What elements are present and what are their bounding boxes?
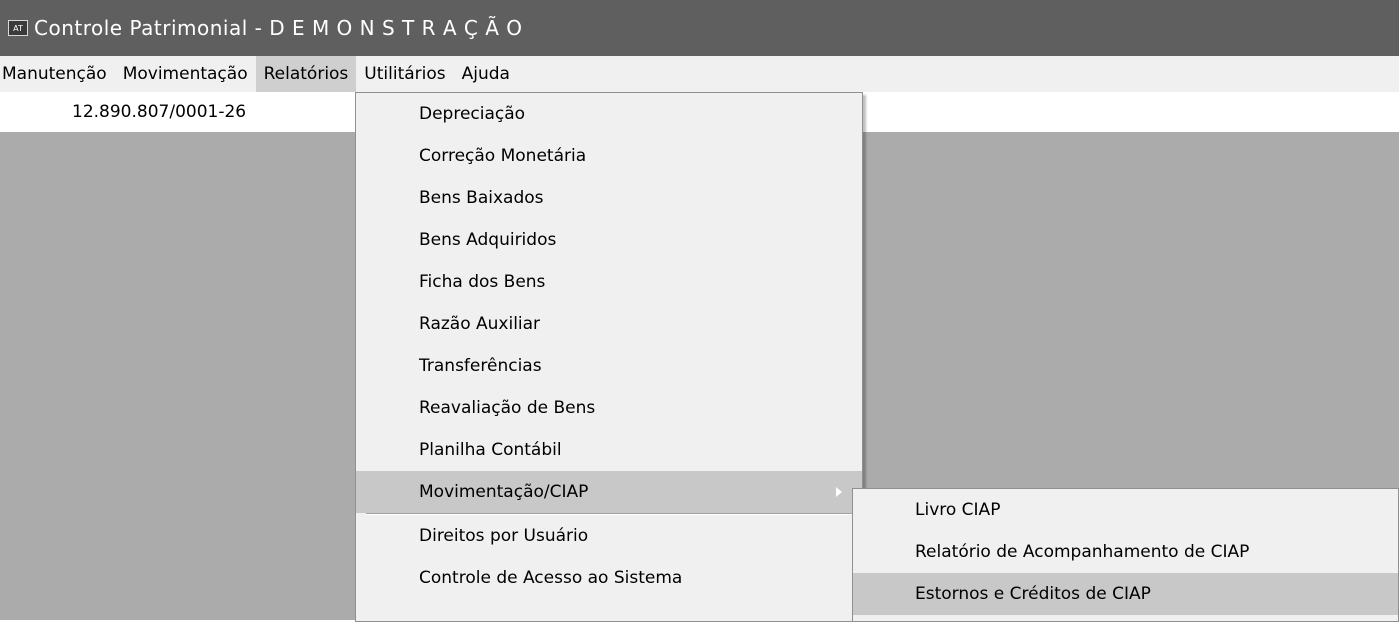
submenu-item-estornos-creditos-ciap[interactable]: Estornos e Créditos de CIAP xyxy=(853,573,1398,615)
menu-item-reavaliacao-de-bens[interactable]: Reavaliação de Bens xyxy=(356,387,862,429)
app-icon: AT xyxy=(8,20,28,36)
company-cnpj: 12.890.807/0001-26 xyxy=(72,102,247,122)
relatorios-dropdown: Depreciação Correção Monetária Bens Baix… xyxy=(355,92,863,622)
menu-item-direitos-por-usuario[interactable]: Direitos por Usuário xyxy=(356,515,862,557)
menu-item-transferencias[interactable]: Transferências xyxy=(356,345,862,387)
menu-ajuda[interactable]: Ajuda xyxy=(454,56,518,92)
menu-utilitarios[interactable]: Utilitários xyxy=(356,56,453,92)
submenu-item-livro-ciap[interactable]: Livro CIAP xyxy=(853,489,1398,531)
menu-item-depreciacao[interactable]: Depreciação xyxy=(356,93,862,135)
menu-item-correcao-monetaria[interactable]: Correção Monetária xyxy=(356,135,862,177)
menu-movimentacao[interactable]: Movimentação xyxy=(115,56,256,92)
menu-relatorios[interactable]: Relatórios xyxy=(255,56,357,92)
menu-item-bens-adquiridos[interactable]: Bens Adquiridos xyxy=(356,219,862,261)
menu-item-movimentacao-ciap-label: Movimentação/CIAP xyxy=(419,482,589,502)
window-title: Controle Patrimonial - D E M O N S T R A… xyxy=(34,16,523,40)
menu-item-controle-de-acesso[interactable]: Controle de Acesso ao Sistema xyxy=(356,557,862,599)
menu-item-razao-auxiliar[interactable]: Razão Auxiliar xyxy=(356,303,862,345)
submenu-arrow-icon xyxy=(836,487,842,497)
menu-manutencao[interactable]: Manutenção xyxy=(0,56,115,92)
menu-item-movimentacao-ciap[interactable]: Movimentação/CIAP xyxy=(356,471,862,513)
ciap-submenu: Livro CIAP Relatório de Acompanhamento d… xyxy=(852,488,1399,622)
menu-item-bens-baixados[interactable]: Bens Baixados xyxy=(356,177,862,219)
title-bar: AT Controle Patrimonial - D E M O N S T … xyxy=(0,0,1399,56)
menu-bar: Manutenção Movimentação Relatórios Utili… xyxy=(0,56,1399,92)
menu-item-planilha-contabil[interactable]: Planilha Contábil xyxy=(356,429,862,471)
submenu-item-relatorio-acompanhamento-ciap[interactable]: Relatório de Acompanhamento de CIAP xyxy=(853,531,1398,573)
menu-item-ficha-dos-bens[interactable]: Ficha dos Bens xyxy=(356,261,862,303)
